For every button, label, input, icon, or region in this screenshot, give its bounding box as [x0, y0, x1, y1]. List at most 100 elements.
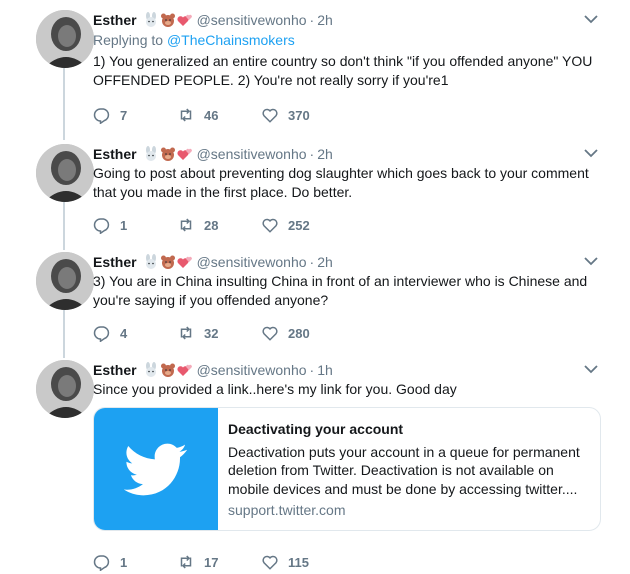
- tweet[interactable]: Esther @sensitivewonho · 2h Going to pos…: [0, 144, 630, 240]
- retweet-button[interactable]: 17: [177, 553, 261, 571]
- tweet-header: Esther @sensitivewonho · 2h: [93, 252, 600, 272]
- avatar[interactable]: [36, 144, 94, 202]
- tweet[interactable]: Esther @sensitivewonho · 2h Replying to …: [0, 10, 630, 128]
- reply-count: 4: [120, 325, 128, 341]
- display-name[interactable]: Esther: [93, 12, 137, 28]
- reply-button[interactable]: 1: [93, 553, 177, 571]
- like-count: 252: [288, 217, 310, 233]
- chevron-down-icon[interactable]: [582, 12, 600, 26]
- retweet-count: 32: [204, 325, 219, 341]
- chevron-down-icon[interactable]: [582, 362, 600, 376]
- retweet-button[interactable]: 28: [177, 216, 261, 234]
- tweet-text: 3) You are in China insulting China in f…: [93, 273, 588, 308]
- like-count: 370: [288, 107, 310, 123]
- chevron-down-icon[interactable]: [582, 254, 600, 268]
- card-description: Deactivation puts your account in a queu…: [228, 443, 580, 497]
- card-thumbnail: [94, 408, 218, 530]
- user-handle[interactable]: @sensitivewonho: [197, 12, 307, 28]
- reply-icon: [93, 555, 110, 571]
- like-icon: [262, 108, 278, 123]
- twitter-bird-icon: [124, 443, 187, 496]
- like-count: 280: [288, 325, 310, 341]
- separator-dot: ·: [309, 254, 315, 270]
- chevron-down-icon[interactable]: [582, 146, 600, 160]
- tweet-header: Esther @sensitivewonho · 1h: [93, 360, 600, 380]
- retweet-count: 17: [204, 554, 219, 570]
- reply-icon: [93, 218, 110, 234]
- two-hearts-icon: [177, 256, 192, 268]
- retweet-icon: [180, 218, 192, 232]
- mention-link[interactable]: @TheChainsmokers: [167, 32, 295, 48]
- display-name[interactable]: Esther: [93, 254, 137, 270]
- retweet-icon: [180, 326, 192, 340]
- like-icon: [262, 326, 278, 341]
- user-handle[interactable]: @sensitivewonho: [197, 254, 307, 270]
- rabbit-face-icon: [145, 12, 156, 27]
- rabbit-face-icon: [145, 146, 156, 161]
- tweet-actions: 4 32 280: [93, 324, 345, 342]
- name-emojis: [143, 254, 193, 270]
- timestamp[interactable]: 2h: [317, 146, 333, 162]
- avatar[interactable]: [36, 360, 94, 418]
- retweet-button[interactable]: 46: [177, 106, 261, 124]
- retweet-button[interactable]: 32: [177, 324, 261, 342]
- separator-dot: ·: [309, 146, 315, 162]
- like-icon: [262, 218, 278, 233]
- name-emojis: [143, 12, 193, 28]
- tweet-text: 1) You generalized an entire country so …: [93, 53, 593, 88]
- rabbit-face-icon: [145, 254, 156, 269]
- reply-icon: [93, 108, 110, 124]
- name-emojis: [143, 362, 193, 378]
- tweet-actions: 1 17 115: [93, 553, 345, 571]
- tweet-text: Going to post about preventing dog slaug…: [93, 165, 589, 200]
- reply-button[interactable]: 1: [93, 216, 177, 234]
- reply-button[interactable]: 7: [93, 106, 177, 124]
- reply-count: 1: [120, 554, 128, 570]
- separator-dot: ·: [309, 12, 315, 28]
- tweet-header: Esther @sensitivewonho · 2h: [93, 144, 600, 164]
- retweet-count: 28: [204, 217, 219, 233]
- retweet-icon: [180, 555, 192, 569]
- card-domain: support.twitter.com: [228, 502, 346, 518]
- timestamp[interactable]: 1h: [317, 362, 333, 378]
- tweet[interactable]: Esther @sensitivewonho · 1h Since you pr…: [0, 360, 630, 574]
- two-hearts-icon: [177, 14, 192, 26]
- rabbit-face-icon: [145, 362, 156, 377]
- timestamp[interactable]: 2h: [317, 254, 333, 270]
- avatar[interactable]: [36, 10, 94, 68]
- reply-icon: [93, 326, 110, 342]
- bear-face-icon: [160, 13, 175, 27]
- reply-count: 7: [120, 107, 128, 123]
- tweet-header: Esther @sensitivewonho · 2h: [93, 10, 600, 30]
- retweet-count: 46: [204, 107, 219, 123]
- card-title: Deactivating your account: [228, 421, 404, 437]
- like-count: 115: [288, 554, 309, 570]
- bear-face-icon: [160, 147, 175, 161]
- tweet-actions: 1 28 252: [93, 216, 345, 234]
- reply-button[interactable]: 4: [93, 324, 177, 342]
- display-name[interactable]: Esther: [93, 362, 137, 378]
- like-icon: [262, 555, 278, 570]
- like-button[interactable]: 115: [261, 553, 345, 571]
- tweet[interactable]: Esther @sensitivewonho · 2h 3) You are i…: [0, 252, 630, 348]
- separator-dot: ·: [309, 362, 315, 378]
- user-handle[interactable]: @sensitivewonho: [197, 362, 307, 378]
- tweet-actions: 7 46 370: [93, 106, 345, 124]
- two-hearts-icon: [177, 364, 192, 376]
- bear-face-icon: [160, 363, 175, 377]
- retweet-icon: [180, 108, 192, 122]
- like-button[interactable]: 370: [261, 106, 345, 124]
- name-emojis: [143, 146, 193, 162]
- replying-to: Replying to @TheChainsmokers: [93, 32, 295, 48]
- like-button[interactable]: 252: [261, 216, 345, 234]
- display-name[interactable]: Esther: [93, 146, 137, 162]
- user-handle[interactable]: @sensitivewonho: [197, 146, 307, 162]
- bear-face-icon: [160, 255, 175, 269]
- two-hearts-icon: [177, 148, 192, 160]
- like-button[interactable]: 280: [261, 324, 345, 342]
- reply-count: 1: [120, 217, 128, 233]
- tweet-text: Since you provided a link..here's my lin…: [93, 381, 457, 397]
- link-card[interactable]: Deactivating your account Deactivation p…: [93, 407, 601, 531]
- timestamp[interactable]: 2h: [317, 12, 333, 28]
- avatar[interactable]: [36, 252, 94, 310]
